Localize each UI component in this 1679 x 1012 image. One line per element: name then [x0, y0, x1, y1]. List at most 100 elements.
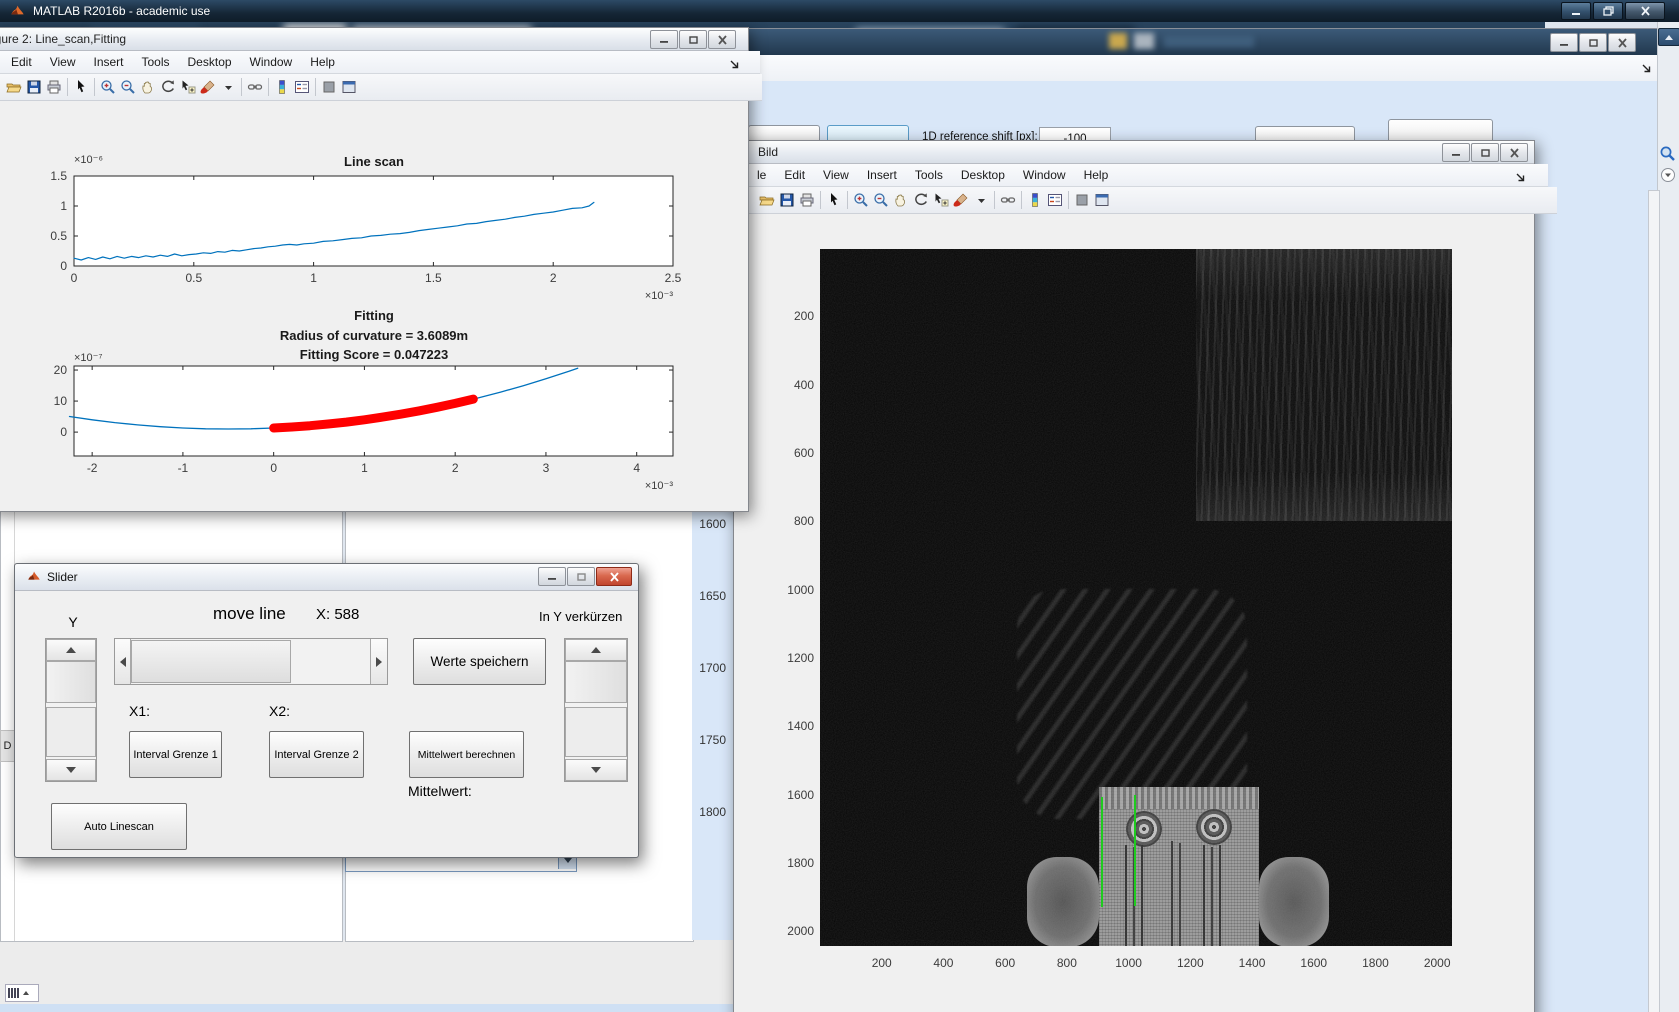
- slider-title: Slider: [47, 570, 78, 584]
- in-y-slider[interactable]: [564, 638, 628, 782]
- right-scrollbar[interactable]: [1648, 190, 1660, 1012]
- link-plots-icon[interactable]: [245, 78, 265, 96]
- dock-win-icon[interactable]: [1092, 191, 1112, 209]
- menu-item-tools[interactable]: Tools: [906, 166, 952, 184]
- brush-icon[interactable]: [198, 78, 218, 96]
- figure2-minimize-button[interactable]: [650, 30, 678, 49]
- gui-dock-arrow-icon[interactable]: [1641, 61, 1652, 79]
- mittelwert-berechnen-button[interactable]: Mittelwert berechnen: [409, 731, 524, 778]
- circle-down-arrow-icon[interactable]: [1660, 167, 1676, 188]
- main-minimize-button[interactable]: [1561, 2, 1591, 20]
- search-icon[interactable]: [1659, 145, 1676, 167]
- dock-win-icon[interactable]: [339, 78, 359, 96]
- move-line-slider[interactable]: [114, 638, 388, 685]
- dock-min-icon[interactable]: [319, 78, 339, 96]
- cursor-icon[interactable]: [824, 191, 844, 209]
- main-close-button[interactable]: [1625, 2, 1665, 20]
- y-slider-up-button[interactable]: [46, 639, 96, 661]
- zoom-in-icon[interactable]: [98, 78, 118, 96]
- pan-icon[interactable]: [891, 191, 911, 209]
- in-y-slider-track[interactable]: [565, 707, 627, 757]
- bild-image[interactable]: [820, 249, 1452, 946]
- rotate3d-icon[interactable]: [158, 78, 178, 96]
- menu-item-insert[interactable]: Insert: [84, 53, 132, 71]
- bild-xtick: 200: [871, 956, 892, 970]
- menu-item-view[interactable]: View: [814, 166, 858, 184]
- link-plots-icon[interactable]: [998, 191, 1018, 209]
- move-line-slider-left-button[interactable]: [115, 639, 131, 684]
- caret-icon[interactable]: [971, 191, 991, 209]
- colorbar-icon[interactable]: [272, 78, 292, 96]
- collapse-up-button[interactable]: [1658, 28, 1679, 46]
- background-figure-ylabel: 1800: [699, 805, 726, 819]
- interval-grenze-2-button[interactable]: Interval Grenze 2: [269, 731, 364, 778]
- open-icon[interactable]: [4, 78, 24, 96]
- move-line-slider-right-button[interactable]: [370, 639, 387, 684]
- in-y-slider-down-button[interactable]: [565, 759, 627, 781]
- pan-icon[interactable]: [138, 78, 158, 96]
- figure2-plots[interactable]: Line scan ×10⁻⁶ 0 0.5 1 1.5 2 2.5 0 0.5 1 1.5 ×10⁻³ F…: [0, 101, 746, 509]
- figure2-dock-arrow-icon[interactable]: [729, 57, 740, 75]
- minimized-strip-widget[interactable]: [5, 984, 39, 1002]
- open-icon[interactable]: [757, 191, 777, 209]
- menu-item-edit[interactable]: Edit: [2, 53, 41, 71]
- bild-toolbar: [734, 187, 1557, 214]
- y-slider-thumb[interactable]: [46, 661, 96, 703]
- bild-xtick: 1800: [1362, 956, 1389, 970]
- main-restore-button[interactable]: [1593, 2, 1623, 20]
- save-icon[interactable]: [777, 191, 797, 209]
- gui-close-button[interactable]: [1608, 33, 1636, 52]
- dock-tab[interactable]: D: [0, 730, 15, 762]
- rotate3d-icon[interactable]: [911, 191, 931, 209]
- menu-item-window[interactable]: Window: [1014, 166, 1075, 184]
- menu-item-window[interactable]: Window: [241, 53, 302, 71]
- zoom-in-icon[interactable]: [851, 191, 871, 209]
- zoom-out-icon[interactable]: [871, 191, 891, 209]
- data-cursor-icon[interactable]: [931, 191, 951, 209]
- menu-item-help[interactable]: Help: [1075, 166, 1118, 184]
- bild-dock-arrow-icon[interactable]: [1515, 170, 1526, 188]
- menu-item-desktop[interactable]: Desktop: [952, 166, 1014, 184]
- cursor-icon[interactable]: [71, 78, 91, 96]
- bild-close-button[interactable]: [1500, 143, 1528, 162]
- legend-icon[interactable]: [292, 78, 312, 96]
- bild-ytick: 1200: [787, 651, 814, 665]
- figure2-close-button[interactable]: [708, 30, 736, 49]
- menu-item-view[interactable]: View: [41, 53, 85, 71]
- legend-icon[interactable]: [1045, 191, 1065, 209]
- print-icon[interactable]: [44, 78, 64, 96]
- menu-item-desktop[interactable]: Desktop: [179, 53, 241, 71]
- save-icon[interactable]: [24, 78, 44, 96]
- zoom-out-icon[interactable]: [118, 78, 138, 96]
- menu-item-insert[interactable]: Insert: [858, 166, 906, 184]
- move-line-slider-thumb[interactable]: [131, 640, 291, 683]
- in-y-slider-up-button[interactable]: [565, 639, 627, 661]
- y-slider-track[interactable]: [46, 707, 96, 757]
- bild-titlebar: Bild: [734, 141, 1534, 164]
- slider-minimize-button[interactable]: [538, 567, 566, 586]
- slider-restore-button[interactable]: [567, 567, 595, 586]
- interval-grenze-1-button[interactable]: Interval Grenze 1: [129, 731, 222, 778]
- y-slider[interactable]: [45, 638, 97, 782]
- data-cursor-icon[interactable]: [178, 78, 198, 96]
- slider-close-button[interactable]: [596, 567, 632, 586]
- print-icon[interactable]: [797, 191, 817, 209]
- auto-linescan-button[interactable]: Auto Linescan: [51, 803, 187, 850]
- dock-min-icon[interactable]: [1072, 191, 1092, 209]
- gui-minimize-button[interactable]: [1550, 33, 1578, 52]
- figure2-restore-button[interactable]: [679, 30, 707, 49]
- colorbar-icon[interactable]: [1025, 191, 1045, 209]
- bild-minimize-button[interactable]: [1442, 143, 1470, 162]
- menu-item-tools[interactable]: Tools: [133, 53, 179, 71]
- bild-restore-button[interactable]: [1471, 143, 1499, 162]
- menu-item-le[interactable]: le: [748, 166, 775, 184]
- brush-icon[interactable]: [951, 191, 971, 209]
- gui-restore-button[interactable]: [1579, 33, 1607, 52]
- menu-item-help[interactable]: Help: [301, 53, 344, 71]
- y-slider-down-button[interactable]: [46, 759, 96, 781]
- menu-item-edit[interactable]: Edit: [775, 166, 814, 184]
- toolbar-separator: [847, 191, 848, 209]
- in-y-slider-thumb[interactable]: [565, 661, 627, 703]
- caret-icon[interactable]: [218, 78, 238, 96]
- werte-speichern-button[interactable]: Werte speichern: [413, 638, 546, 685]
